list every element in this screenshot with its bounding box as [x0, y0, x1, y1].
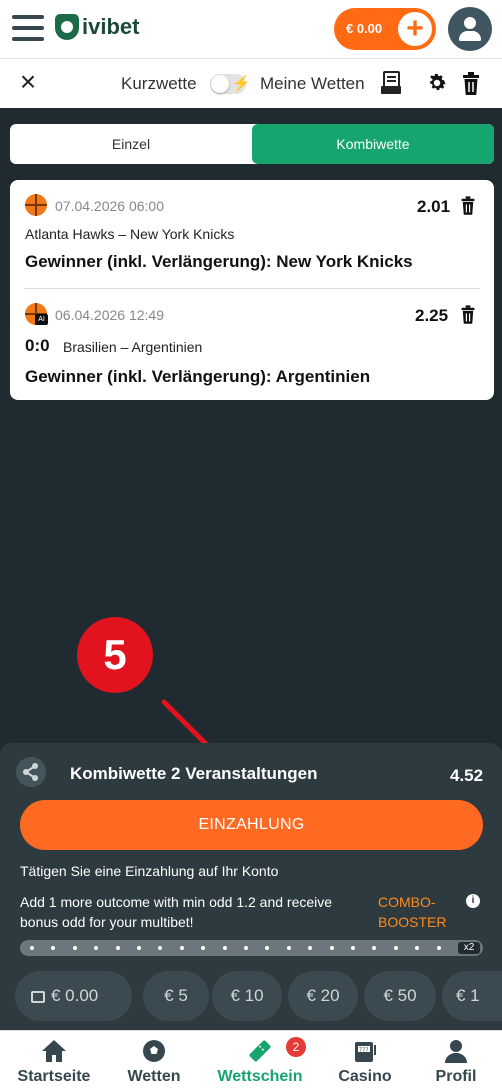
betslip-toolbar: × Kurzwette ⚡ Meine Wetten [0, 58, 502, 108]
quick-bet-toggle[interactable]: ⚡ [210, 74, 251, 94]
progress-dot [201, 946, 206, 950]
bet-item[interactable]: AI 06.04.2026 12:49 2.25 0:0 Brasilien –… [24, 288, 480, 396]
menu-icon[interactable] [12, 15, 44, 41]
quick-bet-label: Kurzwette [121, 74, 197, 93]
bet-selection: Gewinner (inkl. Verlängerung): Argentini… [25, 367, 371, 386]
deposit-button[interactable]: EINZAHLUNG [20, 800, 483, 850]
bottom-navigation: Startseite Wetten 2 Wettschein 777 Casin… [0, 1030, 502, 1092]
booster-text: Add 1 more outcome with min odd 1.2 and … [20, 894, 333, 930]
bet-date: 06.04.2026 12:49 [55, 307, 164, 323]
trash-icon[interactable] [461, 72, 481, 96]
nav-item-sports[interactable]: Wetten [108, 1031, 200, 1092]
deposit-hint: Tätigen Sie eine Einzahlung auf Ihr Kont… [20, 863, 279, 879]
slot-machine-icon: 777 [355, 1042, 376, 1062]
combo-title: Kombiwette 2 Veranstaltungen [70, 764, 318, 783]
stake-chip-100[interactable]: € 1 [442, 971, 502, 1021]
nav-label-casino: Casino [338, 1068, 392, 1085]
booster-multiplier: x2 [458, 942, 480, 954]
combo-booster-label: COMBO-BOOSTER [378, 894, 447, 930]
nav-label-sports: Wetten [127, 1068, 181, 1085]
tab-combo[interactable]: Kombiwette [252, 124, 494, 164]
stake-chip-5[interactable]: € 5 [143, 971, 209, 1021]
stake-input[interactable]: € 0.00 [15, 971, 132, 1021]
ticket-icon [249, 1040, 271, 1062]
progress-dot [137, 946, 141, 950]
progress-dot [94, 946, 99, 950]
progress-dot [393, 946, 398, 950]
progress-dot [115, 946, 120, 950]
progress-dot [351, 946, 355, 950]
progress-dot [415, 946, 420, 950]
nav-label-home: Startseite [17, 1068, 91, 1085]
bets-list: 07.04.2026 06:00 2.01 Atlanta Hawks – Ne… [10, 180, 494, 400]
stake-chip-20[interactable]: € 20 [288, 971, 358, 1021]
bet-item[interactable]: 07.04.2026 06:00 2.01 Atlanta Hawks – Ne… [10, 180, 494, 288]
progress-dot [72, 946, 77, 950]
nav-label-profile: Profil [435, 1068, 477, 1085]
balance-amount: € 0.00 [346, 21, 383, 36]
bet-match: Brasilien – Argentinien [63, 339, 203, 355]
bet-odd: 2.01 [417, 197, 451, 216]
tab-single[interactable]: Einzel [10, 124, 252, 164]
trash-icon[interactable] [460, 305, 476, 325]
toggle-knob [211, 75, 229, 93]
plus-icon: + [398, 12, 432, 46]
bet-selection: Gewinner (inkl. Verlängerung): New York … [25, 252, 413, 271]
soccer-ball-icon [143, 1040, 165, 1062]
step-number-badge: 5 [77, 617, 153, 693]
balance-button[interactable]: € 0.00 + [334, 8, 436, 50]
betslip-count-badge: 2 [286, 1037, 306, 1057]
progress-dot [30, 946, 34, 950]
progress-dot [244, 946, 248, 950]
receipt-icon[interactable] [380, 71, 402, 95]
brand-logo[interactable]: ivibet [55, 14, 139, 40]
progress-dot [329, 946, 334, 950]
progress-dot [436, 946, 441, 950]
nav-item-casino[interactable]: 777 Casino [320, 1031, 410, 1092]
profile-avatar-icon[interactable] [448, 7, 492, 51]
stake-chip-10[interactable]: € 10 [212, 971, 282, 1021]
gear-icon[interactable] [426, 72, 448, 94]
svg-text:777: 777 [359, 1048, 369, 1054]
bet-score: 0:0 [25, 336, 50, 355]
wallet-icon [31, 990, 45, 1003]
top-bar: ivibet € 0.00 + [0, 0, 502, 58]
nav-item-home[interactable]: Startseite [0, 1031, 108, 1092]
basketball-icon [25, 194, 47, 216]
stake-value: € 0.00 [51, 986, 99, 1005]
progress-dot [308, 946, 313, 950]
progress-dot [51, 946, 56, 950]
user-icon [445, 1040, 467, 1063]
brand-name: ivibet [82, 14, 140, 39]
progress-dot [222, 946, 227, 950]
info-icon[interactable]: i [466, 894, 480, 908]
nav-item-betslip[interactable]: 2 Wettschein [200, 1031, 320, 1092]
trash-icon[interactable] [460, 196, 476, 216]
booster-progress-bar: x2 [20, 940, 483, 956]
combo-total-odd: 4.52 [450, 766, 484, 785]
share-icon[interactable] [16, 757, 46, 787]
stake-chip-50[interactable]: € 50 [364, 971, 436, 1021]
bet-type-tabs: Einzel Kombiwette [10, 124, 494, 164]
progress-dot [286, 946, 291, 950]
bet-date: 07.04.2026 06:00 [55, 198, 164, 214]
progress-dot [265, 946, 270, 950]
ai-badge: AI [35, 314, 48, 325]
logo-icon [55, 14, 79, 40]
home-icon [42, 1040, 66, 1062]
nav-label-betslip: Wettschein [217, 1068, 303, 1085]
progress-dot [158, 946, 163, 950]
progress-dot [372, 946, 377, 950]
lightning-icon: ⚡ [232, 75, 251, 92]
close-icon[interactable]: × [16, 68, 40, 96]
betslip-summary-panel: Kombiwette 2 Veranstaltungen 4.52 EINZAH… [0, 743, 502, 1030]
progress-dot [179, 946, 184, 950]
my-bets-label[interactable]: Meine Wetten [260, 74, 365, 94]
nav-item-profile[interactable]: Profil [410, 1031, 502, 1092]
bet-match: Atlanta Hawks – New York Knicks [25, 226, 235, 242]
bet-odd: 2.25 [415, 306, 449, 325]
